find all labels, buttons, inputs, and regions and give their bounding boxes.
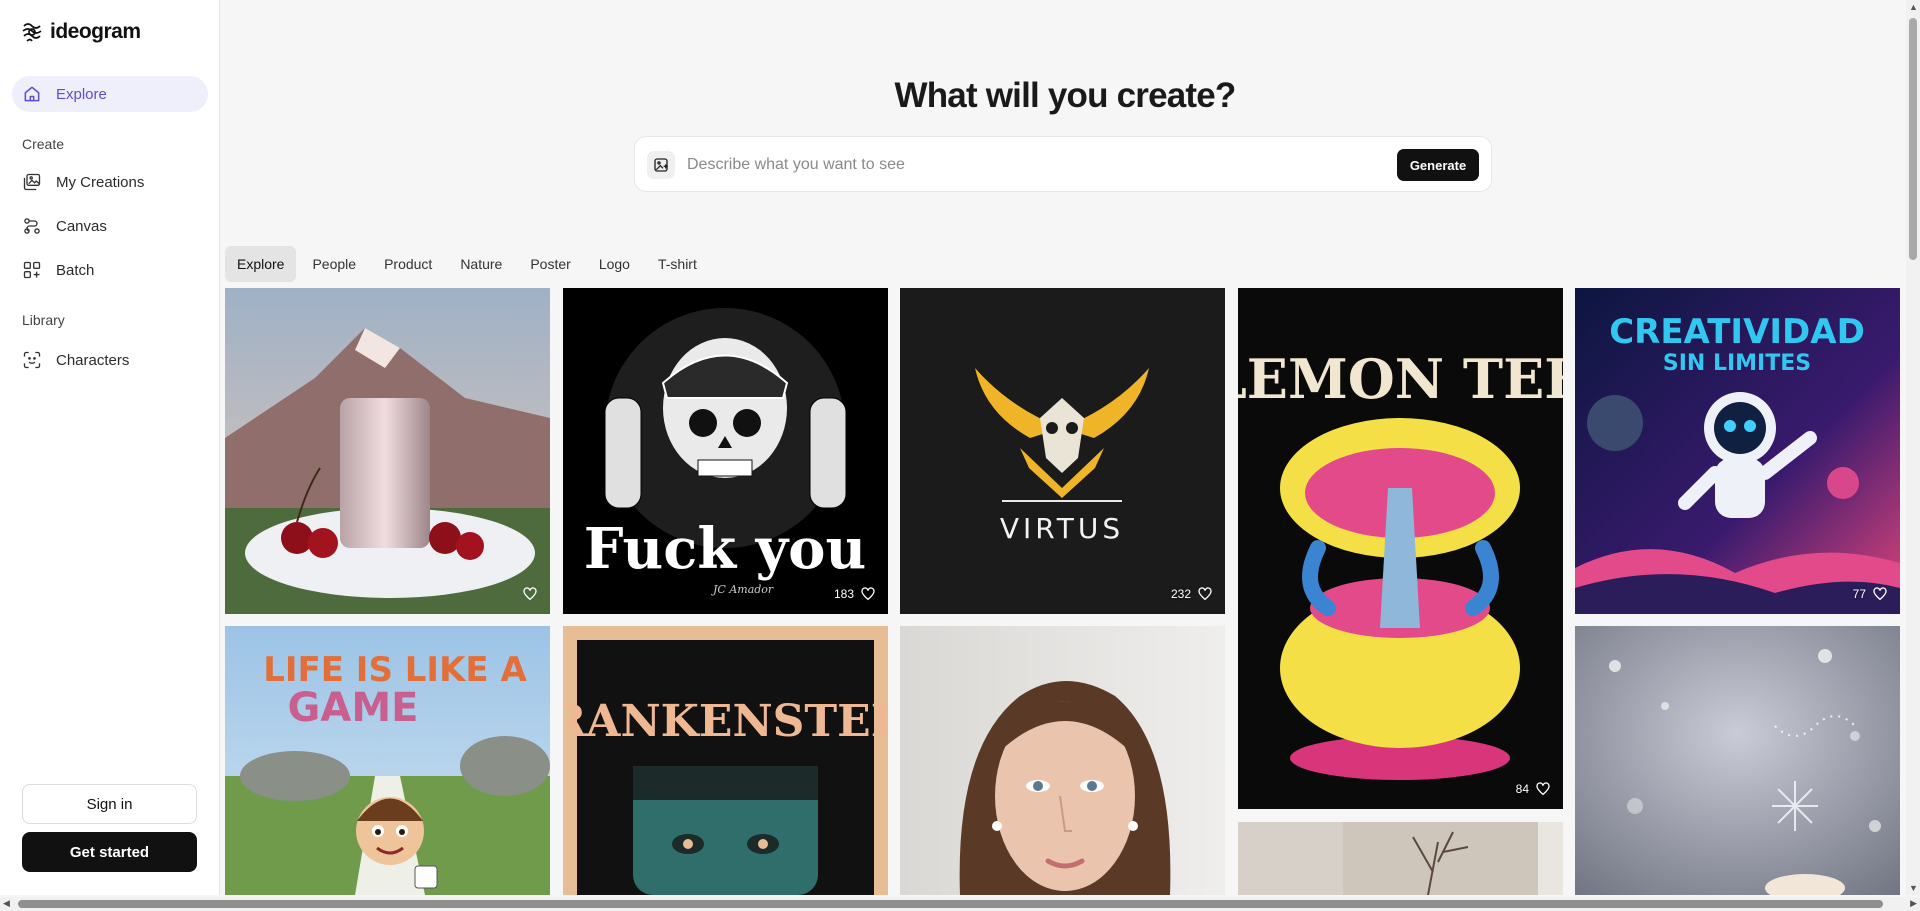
sidebar-item-label: Canvas [56, 217, 107, 235]
snow-bokeh-image [1575, 626, 1900, 895]
virtus-logo-text: VIRTUS [1000, 512, 1124, 545]
like-count: 77 [1852, 587, 1866, 601]
like-counter[interactable]: 77 [1853, 586, 1888, 602]
gallery-card[interactable] [900, 626, 1225, 895]
sidebar-item-label: Characters [56, 351, 130, 369]
vertical-scroll-thumb[interactable] [1909, 18, 1917, 260]
lemon-tek-image: LEMON TEK [1238, 288, 1563, 809]
scroll-right-icon[interactable]: ▶ [1910, 898, 1917, 909]
section-create: Create [22, 136, 65, 152]
heart-icon [1198, 587, 1212, 601]
like-count: 183 [833, 587, 854, 601]
generate-button[interactable]: Generate [1397, 149, 1479, 181]
heart-icon [1536, 782, 1550, 796]
face-scan-icon [23, 351, 41, 369]
sidebar: ideogram Explore Create My Creations Can… [0, 0, 220, 895]
creatividad-title: CREATIVIDAD [1609, 312, 1865, 352]
heart-icon [861, 587, 875, 601]
skull-shirt-text: Fuck you [584, 516, 867, 582]
prompt-bar: Generate [634, 136, 1492, 192]
like-count: 232 [1170, 587, 1191, 601]
like-counter[interactable]: 183 [834, 586, 876, 602]
sidebar-item-characters[interactable]: Characters [12, 342, 208, 378]
scroll-down-icon[interactable]: ▼ [1909, 883, 1918, 893]
horizontal-scroll-thumb[interactable] [18, 900, 1883, 908]
sidebar-item-my-creations[interactable]: My Creations [12, 164, 208, 200]
gallery-card[interactable]: LIFE IS LIKE A GAME [225, 626, 550, 895]
frankenstein-image: FRANKENSTEIN [563, 626, 888, 895]
lemon-tek-text: LEMON TEK [1238, 347, 1563, 411]
brand-name: ideogram [50, 20, 141, 43]
portrait-image [900, 626, 1225, 895]
gallery-card[interactable] [225, 288, 550, 614]
gallery-icon [23, 173, 41, 191]
like-count: 84 [1515, 782, 1529, 796]
sign-in-button[interactable]: Sign in [22, 784, 197, 824]
heart-icon [1873, 587, 1887, 601]
horizontal-scrollbar[interactable]: ◀ ▶ [0, 897, 1920, 911]
life-game-image: LIFE IS LIKE A GAME [225, 626, 550, 895]
get-started-button[interactable]: Get started [22, 832, 197, 872]
gallery-card[interactable]: LEMON TEK 84 [1238, 288, 1563, 809]
skull-shirt-signature: JC Amador [711, 583, 774, 596]
tab-poster[interactable]: Poster [518, 246, 582, 282]
batch-icon [23, 261, 41, 279]
sidebar-item-explore[interactable]: Explore [12, 76, 208, 112]
tab-people[interactable]: People [300, 246, 368, 282]
page-title: What will you create? [894, 76, 1236, 115]
like-counter[interactable]: 232 [1171, 586, 1213, 602]
vertical-scrollbar[interactable]: ▲ ▼ [1906, 0, 1920, 895]
ideogram-logo-icon [22, 23, 42, 42]
tab-product[interactable]: Product [372, 246, 444, 282]
life-game-subtitle: GAME [288, 685, 419, 731]
category-tabs: Explore People Product Nature Poster Log… [225, 246, 709, 282]
heart-icon [523, 587, 537, 601]
skull-shirt-image: Fuck you JC Amador [563, 288, 888, 614]
tab-explore[interactable]: Explore [225, 246, 297, 282]
creatividad-image: CREATIVIDAD SIN LIMITES [1575, 288, 1900, 614]
app-root: ideogram Explore Create My Creations Can… [0, 0, 1920, 911]
sidebar-item-batch[interactable]: Batch [12, 252, 208, 288]
gallery-card[interactable]: Fuck you JC Amador 183 [563, 288, 888, 614]
tab-tshirt[interactable]: T-shirt [646, 246, 709, 282]
gallery-card[interactable]: CREATIVIDAD SIN LIMITES 77 [1575, 288, 1900, 614]
home-icon [24, 86, 40, 102]
image-upload-icon[interactable] [647, 151, 675, 179]
sidebar-item-canvas[interactable]: Canvas [12, 208, 208, 244]
like-counter[interactable] [516, 586, 538, 602]
sidebar-item-label: My Creations [56, 173, 145, 191]
scroll-up-icon[interactable]: ▲ [1909, 2, 1918, 12]
tab-nature[interactable]: Nature [448, 246, 514, 282]
scroll-left-icon[interactable]: ◀ [3, 898, 10, 909]
gallery-card[interactable]: VIRTUS 232 [900, 288, 1225, 614]
gallery-card[interactable]: FRANKENSTEIN [563, 626, 888, 895]
tab-logo[interactable]: Logo [587, 246, 642, 282]
interior-image [1238, 822, 1563, 895]
gallery-card[interactable] [1575, 626, 1900, 895]
sidebar-item-label: Explore [56, 85, 107, 103]
virtus-logo-image: VIRTUS [900, 288, 1225, 614]
section-library: Library [22, 312, 65, 328]
life-game-title: LIFE IS LIKE A [263, 650, 527, 690]
like-counter[interactable]: 84 [1516, 781, 1551, 797]
frankenstein-title: FRANKENSTEIN [563, 696, 888, 747]
creatividad-subtitle: SIN LIMITES [1663, 351, 1811, 376]
gallery-card[interactable] [1238, 822, 1563, 895]
brand-logo[interactable]: ideogram [20, 20, 141, 44]
prompt-input[interactable] [687, 147, 1367, 183]
canvas-icon [24, 218, 40, 234]
cola-cherries-image [225, 288, 550, 614]
sidebar-item-label: Batch [56, 261, 95, 279]
